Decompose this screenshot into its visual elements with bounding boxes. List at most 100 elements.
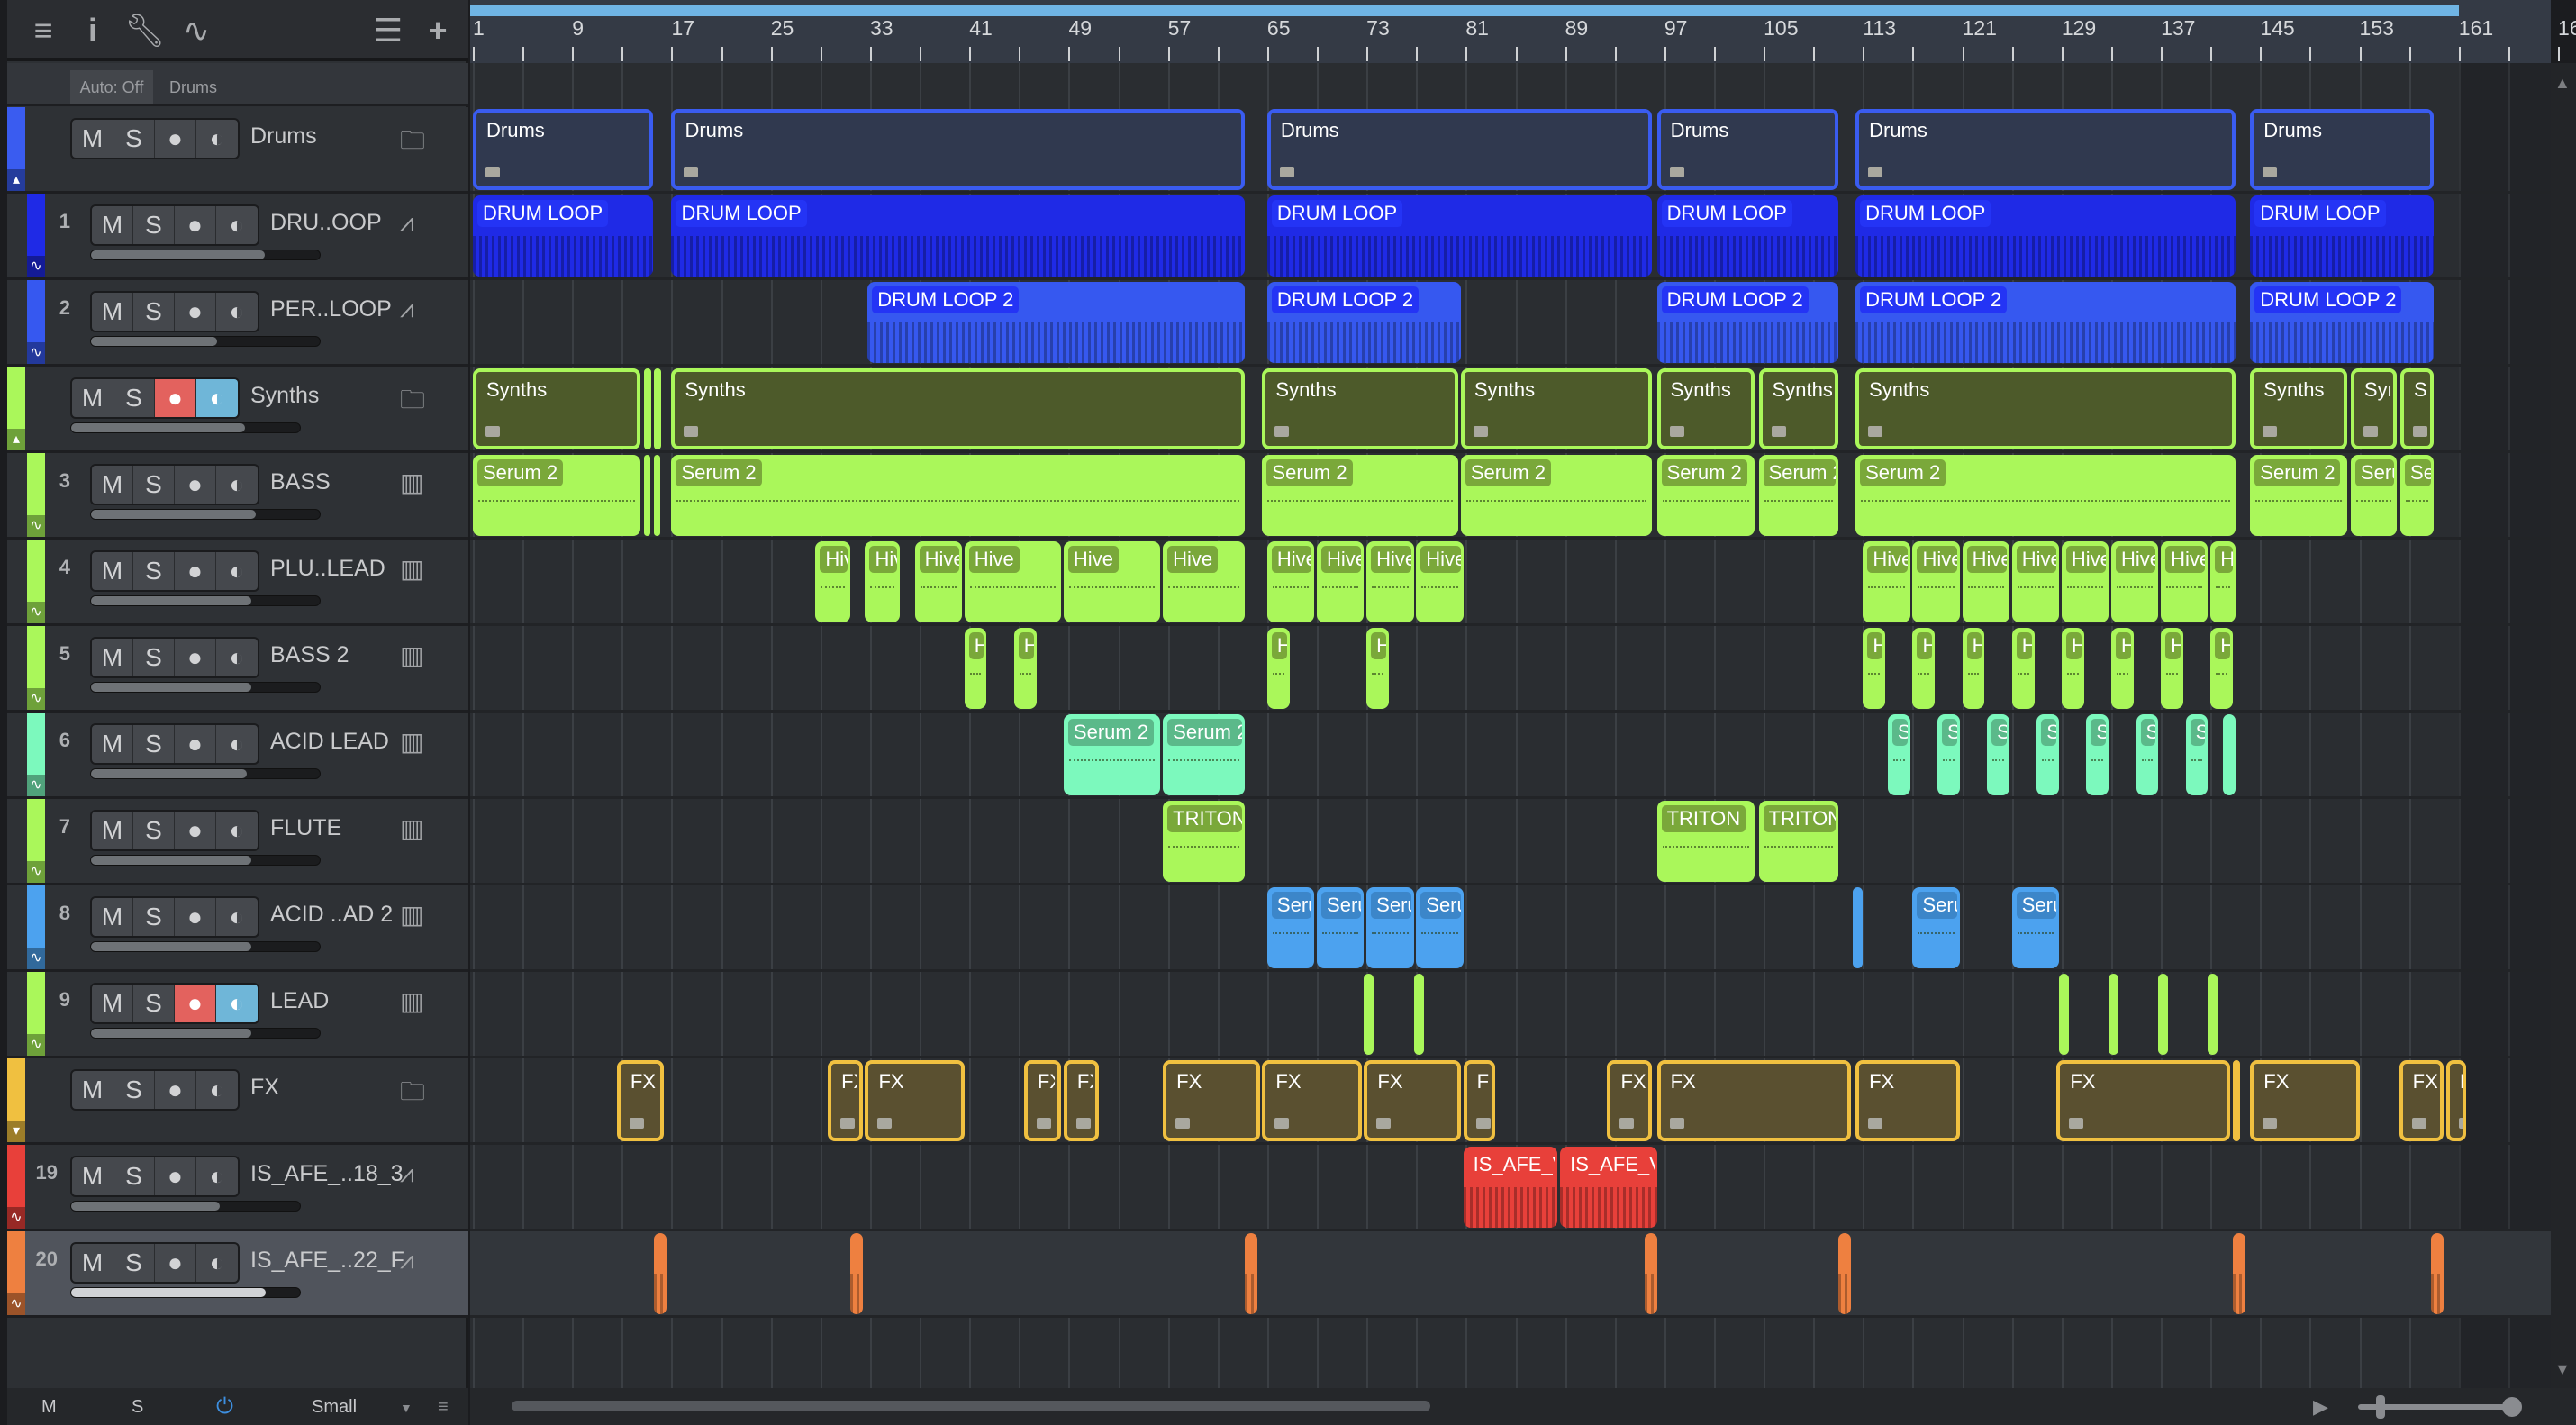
folderclip[interactable]: Synths: [671, 368, 1246, 449]
track-header-drums[interactable]: ▴ M S ● ◐ Drums 🗀︎: [7, 107, 468, 194]
folderclip[interactable]: Drums: [1656, 109, 1838, 190]
list-icon[interactable]: ☰: [372, 13, 404, 49]
record-arm-button[interactable]: ●: [175, 206, 216, 244]
record-arm-button[interactable]: ●: [175, 293, 216, 331]
clip[interactable]: Serum 2: [1937, 714, 1960, 795]
vertical-scrollbar[interactable]: ▲ ▼: [2551, 63, 2576, 1388]
folderclip[interactable]: Synths: [1758, 368, 1838, 449]
record-arm-button[interactable]: ●: [155, 120, 196, 158]
solo-button[interactable]: S: [113, 379, 155, 417]
wrench-icon[interactable]: 🔧︎: [124, 13, 166, 49]
clip[interactable]: Serum 2: [2086, 714, 2109, 795]
clip[interactable]: [654, 455, 661, 536]
monitor-button[interactable]: ◐: [216, 293, 258, 331]
automation-icon[interactable]: ∿: [27, 342, 45, 364]
solo-button[interactable]: S: [133, 639, 175, 676]
clip[interactable]: [2208, 974, 2218, 1055]
record-arm-button[interactable]: ●: [175, 552, 216, 590]
monitor-button[interactable]: ◐: [216, 985, 258, 1022]
clip[interactable]: [1644, 1233, 1657, 1314]
clip[interactable]: Serum 2: [1317, 887, 1365, 968]
monitor-button[interactable]: ◐: [216, 466, 258, 504]
track-header-per-loop[interactable]: ∿ 2 M S ● ◐ PER..LOOP ⩘: [7, 280, 468, 367]
clip[interactable]: DRUM LOOP: [473, 195, 653, 277]
mute-button[interactable]: M: [92, 206, 133, 244]
clip[interactable]: Hive: [1416, 541, 1464, 622]
volume-fader[interactable]: [90, 768, 321, 779]
clip[interactable]: [1245, 1233, 1257, 1314]
clip[interactable]: Serum 2: [1416, 887, 1464, 968]
horizontal-scrollbar[interactable]: [512, 1401, 1430, 1411]
clip[interactable]: Hive: [2161, 628, 2183, 709]
clip[interactable]: IS_AFE_VOX: [1560, 1147, 1657, 1228]
folderclip[interactable]: FX: [2446, 1060, 2467, 1141]
mute-button[interactable]: M: [92, 725, 133, 763]
clip[interactable]: DRUM LOOP: [1656, 195, 1838, 277]
clip[interactable]: Serum 2: [2136, 714, 2159, 795]
monitor-button[interactable]: ◐: [196, 379, 238, 417]
folderclip[interactable]: FX: [1607, 1060, 1653, 1141]
clip[interactable]: Serum 2: [671, 455, 1246, 536]
clip[interactable]: Serum 2: [2250, 455, 2347, 536]
monitor-button[interactable]: ◐: [196, 1071, 238, 1109]
folderclip[interactable]: FX: [865, 1060, 965, 1141]
mute-button[interactable]: M: [72, 379, 113, 417]
track-header-flute[interactable]: ∿ 7 M S ● ◐ FLUTE ▥: [7, 799, 468, 885]
monitor-button[interactable]: ◐: [216, 898, 258, 936]
monitor-button[interactable]: ◐: [216, 206, 258, 244]
folderclip[interactable]: FX: [2250, 1060, 2360, 1141]
clip[interactable]: Serum 2: [1262, 455, 1459, 536]
clip[interactable]: TRITON: [1758, 801, 1838, 882]
mute-button[interactable]: M: [92, 639, 133, 676]
track-header-acid-lead[interactable]: ∿ 6 M S ● ◐ ACID LEAD ▥: [7, 712, 468, 799]
clip[interactable]: Hive: [1013, 628, 1037, 709]
folderclip[interactable]: Synths: [1855, 368, 2236, 449]
clip[interactable]: Hive: [2210, 541, 2236, 622]
volume-fader[interactable]: [70, 422, 301, 433]
automation-icon[interactable]: ∿: [7, 1207, 25, 1229]
track-name[interactable]: PER..LOOP: [270, 296, 392, 322]
automation-icon[interactable]: ∿: [27, 515, 45, 537]
mute-button[interactable]: M: [72, 1244, 113, 1282]
clip[interactable]: IS_AFE_VOX: [1463, 1147, 1558, 1228]
mute-button[interactable]: M: [92, 552, 133, 590]
track-name[interactable]: Synths: [250, 383, 319, 409]
clip[interactable]: Hive: [2110, 541, 2159, 622]
folderclip[interactable]: Drums: [473, 109, 653, 190]
clip[interactable]: [1853, 887, 1864, 968]
folderclip[interactable]: Drums: [1266, 109, 1653, 190]
menu-icon[interactable]: ≡: [25, 13, 61, 49]
clip[interactable]: Serum 2: [1460, 455, 1653, 536]
clip[interactable]: DRUM LOOP 2: [1656, 282, 1838, 363]
mute-button[interactable]: M: [92, 812, 133, 849]
track-name[interactable]: Drums: [250, 123, 317, 150]
clip[interactable]: DRUM LOOP: [1266, 195, 1653, 277]
monitor-button[interactable]: ◐: [216, 639, 258, 676]
clip[interactable]: [2431, 1233, 2444, 1314]
track-header-synths[interactable]: ▴ M S ● ◐ Synths 🗀︎: [7, 367, 468, 453]
clip[interactable]: Hive: [1317, 541, 1365, 622]
loop-range-bar[interactable]: [470, 5, 2459, 16]
monitor-button[interactable]: ◐: [196, 120, 238, 158]
folderclip[interactable]: Drums: [2250, 109, 2435, 190]
clip[interactable]: [2222, 714, 2236, 795]
volume-fader[interactable]: [90, 250, 321, 260]
track-name[interactable]: FX: [250, 1075, 279, 1101]
play-icon[interactable]: ▶: [2313, 1395, 2328, 1419]
track-header-fx[interactable]: ▾ M S ● ◐ FX 🗀︎: [7, 1058, 468, 1145]
clip[interactable]: Hive: [1063, 541, 1161, 622]
clip[interactable]: Serum 2: [1266, 887, 1315, 968]
folderclip[interactable]: [2233, 1060, 2241, 1141]
solo-button[interactable]: S: [133, 725, 175, 763]
volume-fader[interactable]: [70, 1201, 301, 1212]
mute-button[interactable]: M: [72, 120, 113, 158]
folderclip[interactable]: Drums: [1855, 109, 2236, 190]
record-arm-button[interactable]: ●: [175, 812, 216, 849]
folderclip[interactable]: Synths: [473, 368, 641, 449]
monitor-button[interactable]: ◐: [196, 1244, 238, 1282]
solo-button[interactable]: S: [133, 812, 175, 849]
clip[interactable]: [644, 455, 651, 536]
clip[interactable]: Serum 2: [1887, 714, 1910, 795]
track-name[interactable]: LEAD: [270, 988, 329, 1014]
folderclip[interactable]: FX: [1656, 1060, 1851, 1141]
